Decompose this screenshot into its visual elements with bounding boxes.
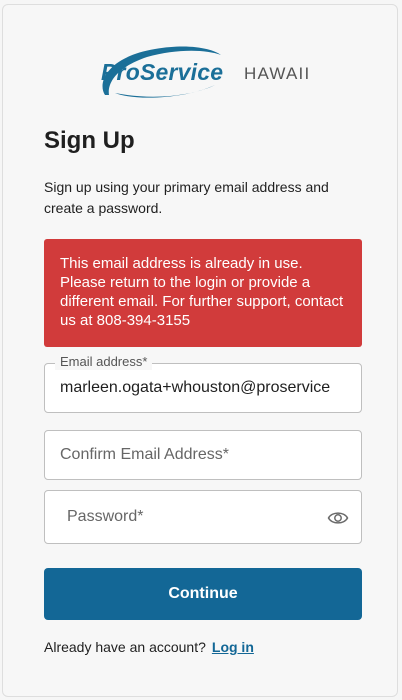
page-title: Sign Up xyxy=(44,127,135,154)
proservice-logo: ProService HAWAII xyxy=(95,43,325,107)
page-subtitle: Sign up using your primary email address… xyxy=(44,179,329,216)
email-field: Email address* xyxy=(44,354,362,413)
login-prompt: Already have an account? Log in xyxy=(44,639,254,655)
login-link[interactable]: Log in xyxy=(212,639,254,655)
continue-button[interactable]: Continue xyxy=(44,568,362,620)
email-input[interactable] xyxy=(60,364,346,412)
confirm-email-field xyxy=(44,430,362,480)
password-field xyxy=(44,490,362,544)
error-alert: This email address is already in use. Pl… xyxy=(44,239,362,347)
confirm-email-input[interactable] xyxy=(60,431,346,479)
logo-brand-text: ProService xyxy=(101,59,224,85)
eye-icon[interactable] xyxy=(327,508,349,528)
signup-card: ProService HAWAII Sign Up Sign up using … xyxy=(2,4,398,697)
logo-region-text: HAWAII xyxy=(244,64,311,83)
login-prompt-text: Already have an account? xyxy=(44,639,206,655)
error-alert-message: This email address is already in use. Pl… xyxy=(60,255,344,329)
password-input[interactable] xyxy=(67,491,317,543)
